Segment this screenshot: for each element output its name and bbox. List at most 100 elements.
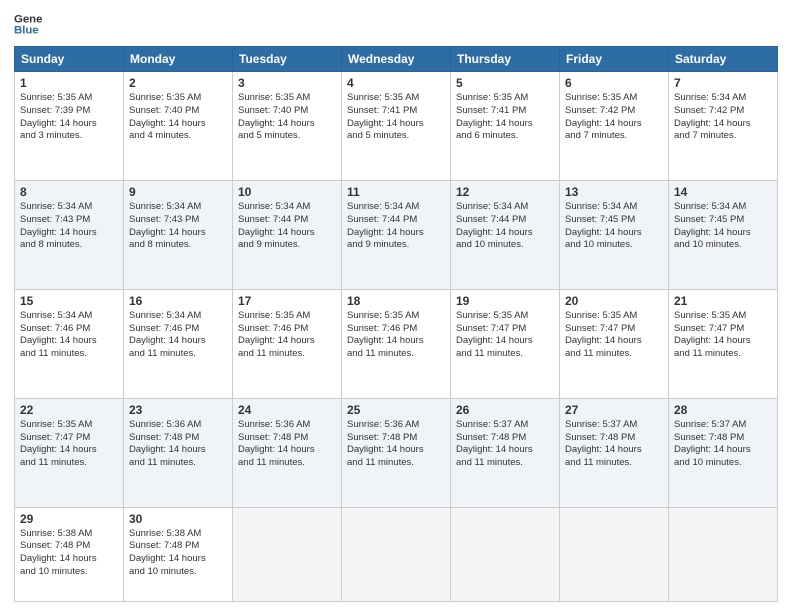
calendar-cell (451, 507, 560, 601)
calendar-cell (342, 507, 451, 601)
day-header-tuesday: Tuesday (233, 47, 342, 72)
calendar-cell: 4 Sunrise: 5:35 AMSunset: 7:41 PMDaylight… (342, 72, 451, 181)
day-number: 10 (238, 185, 336, 199)
calendar-cell: 1 Sunrise: 5:35 AMSunset: 7:39 PMDaylight… (15, 72, 124, 181)
day-number: 1 (20, 76, 118, 90)
day-number: 14 (674, 185, 772, 199)
day-number: 16 (129, 294, 227, 308)
page-header: GeneralBlue (14, 10, 778, 38)
cell-info: Sunrise: 5:35 AMSunset: 7:41 PMDaylight:… (456, 92, 554, 143)
day-header-friday: Friday (560, 47, 669, 72)
cell-info: Sunrise: 5:35 AMSunset: 7:42 PMDaylight:… (565, 92, 663, 143)
calendar-cell: 14Sunrise: 5:34 AMSunset: 7:45 PMDayligh… (669, 180, 778, 289)
calendar-cell: 20 Sunrise: 5:35 AMSunset: 7:47 PMDayligh… (560, 289, 669, 398)
cell-info: Sunrise: 5:34 AMSunset: 7:46 PMDaylight:… (129, 310, 227, 361)
cell-info: Sunrise: 5:36 AMSunset: 7:48 PMDaylight:… (347, 419, 445, 470)
cell-info: Sunrise: 5:34 AMSunset: 7:43 PMDaylight:… (129, 201, 227, 252)
day-number: 27 (565, 403, 663, 417)
calendar-cell: 13 Sunrise: 5:34 AMSunset: 7:45 PMDayligh… (560, 180, 669, 289)
calendar-cell: 6 Sunrise: 5:35 AMSunset: 7:42 PMDaylight… (560, 72, 669, 181)
svg-text:General: General (14, 13, 42, 25)
calendar-cell: 18 Sunrise: 5:35 AMSunset: 7:46 PMDayligh… (342, 289, 451, 398)
day-header-thursday: Thursday (451, 47, 560, 72)
day-number: 15 (20, 294, 118, 308)
day-number: 17 (238, 294, 336, 308)
cell-info: Sunrise: 5:35 AMSunset: 7:46 PMDaylight:… (347, 310, 445, 361)
day-number: 25 (347, 403, 445, 417)
day-number: 9 (129, 185, 227, 199)
day-number: 23 (129, 403, 227, 417)
calendar-cell: 29 Sunrise: 5:38 AMSunset: 7:48 PMDayligh… (15, 507, 124, 601)
day-number: 11 (347, 185, 445, 199)
cell-info: Sunrise: 5:37 AMSunset: 7:48 PMDaylight:… (674, 419, 772, 470)
svg-text:Blue: Blue (14, 25, 39, 37)
day-number: 22 (20, 403, 118, 417)
day-number: 30 (129, 512, 227, 526)
day-number: 6 (565, 76, 663, 90)
calendar-cell: 3Sunrise: 5:35 AMSunset: 7:40 PMDaylight… (233, 72, 342, 181)
calendar-cell: 10 Sunrise: 5:34 AMSunset: 7:44 PMDayligh… (233, 180, 342, 289)
day-number: 2 (129, 76, 227, 90)
calendar-cell: 2 Sunrise: 5:35 AMSunset: 7:40 PMDaylight… (124, 72, 233, 181)
logo-icon: GeneralBlue (14, 10, 42, 38)
calendar-cell: 28 Sunrise: 5:37 AMSunset: 7:48 PMDayligh… (669, 398, 778, 507)
cell-info: Sunrise: 5:34 AMSunset: 7:46 PMDaylight:… (20, 310, 118, 361)
cell-info: Sunrise: 5:37 AMSunset: 7:48 PMDaylight:… (565, 419, 663, 470)
day-header-monday: Monday (124, 47, 233, 72)
cell-info: Sunrise: 5:34 AMSunset: 7:43 PMDaylight:… (20, 201, 118, 252)
cell-info: Sunrise: 5:35 AMSunset: 7:40 PMDaylight:… (238, 92, 336, 143)
cell-info: Sunrise: 5:34 AMSunset: 7:44 PMDaylight:… (456, 201, 554, 252)
day-number: 19 (456, 294, 554, 308)
cell-info: Sunrise: 5:35 AMSunset: 7:47 PMDaylight:… (456, 310, 554, 361)
cell-info: Sunrise: 5:38 AMSunset: 7:48 PMDaylight:… (20, 528, 118, 579)
calendar-cell: 19 Sunrise: 5:35 AMSunset: 7:47 PMDayligh… (451, 289, 560, 398)
cell-info: Sunrise: 5:35 AMSunset: 7:47 PMDaylight:… (20, 419, 118, 470)
cell-info: Sunrise: 5:35 AMSunset: 7:47 PMDaylight:… (565, 310, 663, 361)
day-number: 24 (238, 403, 336, 417)
cell-info: Sunrise: 5:38 AMSunset: 7:48 PMDaylight:… (129, 528, 227, 579)
day-header-saturday: Saturday (669, 47, 778, 72)
calendar-cell (233, 507, 342, 601)
day-number: 26 (456, 403, 554, 417)
calendar-cell: 8 Sunrise: 5:34 AMSunset: 7:43 PMDaylight… (15, 180, 124, 289)
logo: GeneralBlue (14, 10, 42, 38)
calendar-table: SundayMondayTuesdayWednesdayThursdayFrid… (14, 46, 778, 602)
cell-info: Sunrise: 5:34 AMSunset: 7:42 PMDaylight:… (674, 92, 772, 143)
calendar-cell (560, 507, 669, 601)
calendar-cell: 17Sunrise: 5:35 AMSunset: 7:46 PMDayligh… (233, 289, 342, 398)
day-number: 28 (674, 403, 772, 417)
day-header-wednesday: Wednesday (342, 47, 451, 72)
cell-info: Sunrise: 5:35 AMSunset: 7:40 PMDaylight:… (129, 92, 227, 143)
cell-info: Sunrise: 5:35 AMSunset: 7:47 PMDaylight:… (674, 310, 772, 361)
day-number: 8 (20, 185, 118, 199)
calendar-cell: 12 Sunrise: 5:34 AMSunset: 7:44 PMDayligh… (451, 180, 560, 289)
calendar-cell: 24Sunrise: 5:36 AMSunset: 7:48 PMDayligh… (233, 398, 342, 507)
cell-info: Sunrise: 5:35 AMSunset: 7:39 PMDaylight:… (20, 92, 118, 143)
cell-info: Sunrise: 5:34 AMSunset: 7:45 PMDaylight:… (565, 201, 663, 252)
calendar-cell: 11 Sunrise: 5:34 AMSunset: 7:44 PMDayligh… (342, 180, 451, 289)
cell-info: Sunrise: 5:36 AMSunset: 7:48 PMDaylight:… (129, 419, 227, 470)
calendar-cell: 23 Sunrise: 5:36 AMSunset: 7:48 PMDayligh… (124, 398, 233, 507)
cell-info: Sunrise: 5:37 AMSunset: 7:48 PMDaylight:… (456, 419, 554, 470)
day-number: 18 (347, 294, 445, 308)
day-number: 12 (456, 185, 554, 199)
day-number: 13 (565, 185, 663, 199)
calendar-cell: 25 Sunrise: 5:36 AMSunset: 7:48 PMDayligh… (342, 398, 451, 507)
calendar-cell: 15 Sunrise: 5:34 AMSunset: 7:46 PMDayligh… (15, 289, 124, 398)
cell-info: Sunrise: 5:34 AMSunset: 7:44 PMDaylight:… (347, 201, 445, 252)
calendar-cell: 27 Sunrise: 5:37 AMSunset: 7:48 PMDayligh… (560, 398, 669, 507)
cell-info: Sunrise: 5:34 AMSunset: 7:44 PMDaylight:… (238, 201, 336, 252)
day-number: 20 (565, 294, 663, 308)
day-number: 7 (674, 76, 772, 90)
calendar-cell: 7 Sunrise: 5:34 AMSunset: 7:42 PMDaylight… (669, 72, 778, 181)
cell-info: Sunrise: 5:35 AMSunset: 7:41 PMDaylight:… (347, 92, 445, 143)
calendar-cell: 9 Sunrise: 5:34 AMSunset: 7:43 PMDaylight… (124, 180, 233, 289)
day-number: 4 (347, 76, 445, 90)
calendar-cell (669, 507, 778, 601)
calendar-cell: 21Sunrise: 5:35 AMSunset: 7:47 PMDayligh… (669, 289, 778, 398)
calendar-cell: 26 Sunrise: 5:37 AMSunset: 7:48 PMDayligh… (451, 398, 560, 507)
day-number: 29 (20, 512, 118, 526)
calendar-cell: 16 Sunrise: 5:34 AMSunset: 7:46 PMDayligh… (124, 289, 233, 398)
calendar-cell: 30 Sunrise: 5:38 AMSunset: 7:48 PMDayligh… (124, 507, 233, 601)
day-header-sunday: Sunday (15, 47, 124, 72)
